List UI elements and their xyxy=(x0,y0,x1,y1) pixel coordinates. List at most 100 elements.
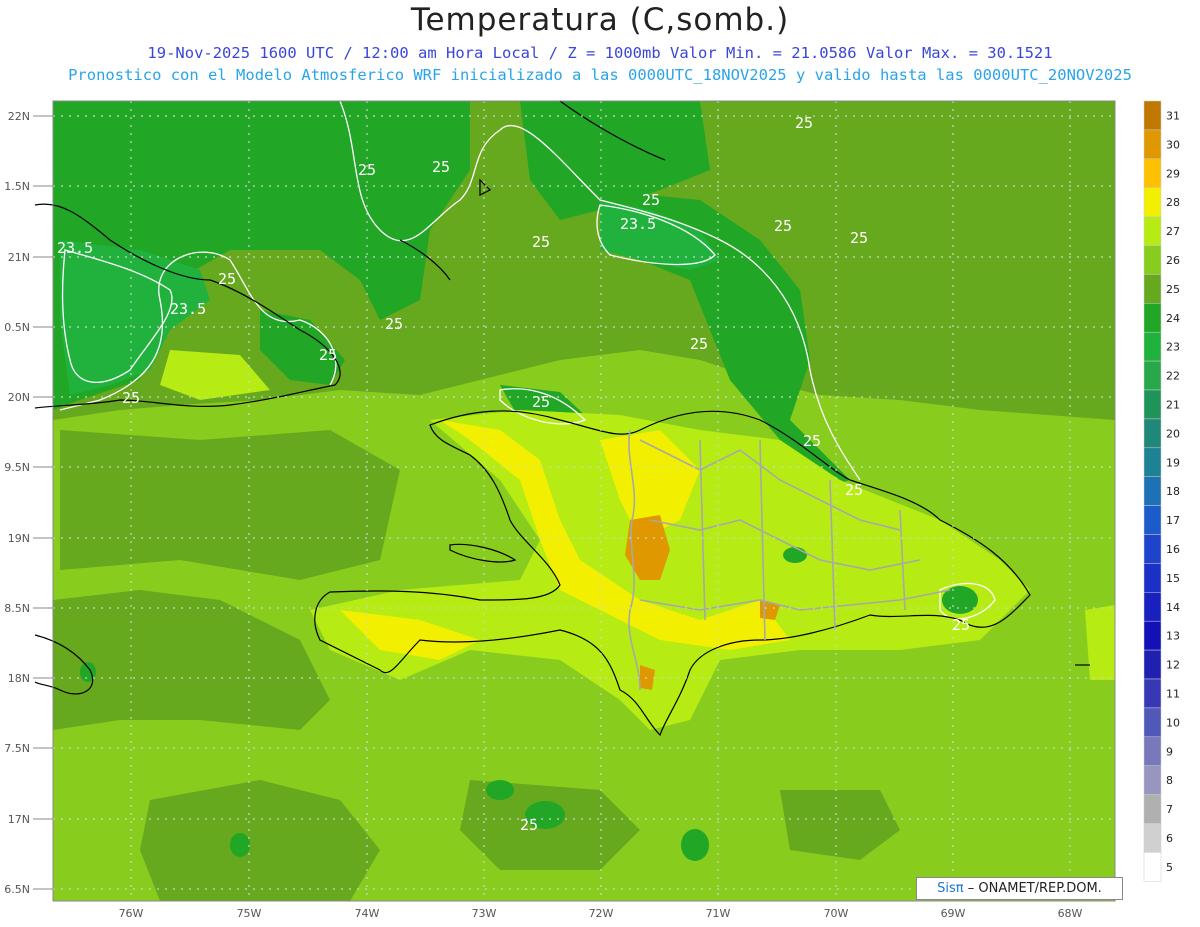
colorbar-swatch xyxy=(1143,563,1162,593)
colorbar-label: 16 xyxy=(1166,543,1180,556)
latitude-ticks xyxy=(33,115,53,890)
colorbar-swatch xyxy=(1143,765,1162,795)
lat-label: 9.5N xyxy=(4,461,30,474)
colorbar-label: 10 xyxy=(1166,716,1180,729)
contour-label: 25 xyxy=(432,158,450,176)
colorbar-label: 26 xyxy=(1166,254,1180,267)
lon-label: 68W xyxy=(1058,907,1083,920)
patch-24-5 xyxy=(681,829,709,861)
contour-label: 25 xyxy=(122,389,140,407)
colorbar-label: 18 xyxy=(1166,485,1180,498)
colorbar-label: 14 xyxy=(1166,601,1180,614)
colorbar-label: 28 xyxy=(1166,196,1180,209)
contour-label: 25 xyxy=(774,217,792,235)
contour-label: 25 xyxy=(850,229,868,247)
contour-label: 25 xyxy=(845,481,863,499)
colorbar-swatch xyxy=(1143,707,1162,738)
colorbar-swatch xyxy=(1143,476,1162,506)
colorbar-label: 27 xyxy=(1166,225,1180,238)
colorbar-swatch xyxy=(1143,274,1162,304)
contour-label: 25 xyxy=(218,270,236,288)
colorbar-swatch xyxy=(1143,505,1162,535)
contour-label: 25 xyxy=(803,432,821,450)
colorbar-label: 7 xyxy=(1166,803,1173,816)
colorbar-swatch xyxy=(1143,303,1162,333)
lon-label: 69W xyxy=(941,907,966,920)
colorbar-swatch xyxy=(1143,592,1162,622)
contour-label: 25 xyxy=(795,114,813,132)
band-25-mid xyxy=(60,430,400,580)
colorbar-swatch xyxy=(1143,129,1162,160)
lat-label: 7.5N xyxy=(4,742,30,755)
colorbar-label: 31 xyxy=(1166,109,1180,122)
lon-label: 73W xyxy=(472,907,497,920)
colorbar-swatch xyxy=(1143,649,1162,680)
lon-label: 72W xyxy=(589,907,614,920)
colorbar-label: 9 xyxy=(1166,745,1173,758)
patch-24-7 xyxy=(80,662,96,682)
patch-24-1 xyxy=(783,547,807,563)
patch-24-4 xyxy=(486,780,514,800)
lat-label: 19N xyxy=(8,532,30,545)
contour-label: 25 xyxy=(358,161,376,179)
lat-label: 22N xyxy=(8,110,30,123)
colorbar-swatch xyxy=(1143,678,1162,709)
lat-label: 18N xyxy=(8,672,30,685)
lat-label: 20N xyxy=(8,391,30,404)
credit-box: Sisπ – ONAMET/REP.DOM. xyxy=(916,877,1123,900)
band-27-east-edge xyxy=(1085,605,1115,680)
colorbar-label: 15 xyxy=(1166,572,1180,585)
colorbar-swatch xyxy=(1143,418,1162,449)
latitude-axis: 22N 1.5N 21N 0.5N 20N 9.5N 19N 8.5N 18N … xyxy=(4,110,30,896)
colorbar-swatch xyxy=(1143,620,1162,651)
colorbar-swatch xyxy=(1143,447,1162,477)
colorbar-label: 20 xyxy=(1166,427,1180,440)
colorbar-swatch xyxy=(1143,360,1162,391)
contour-label: 25 xyxy=(690,335,708,353)
colorbar-swatch xyxy=(1143,245,1162,275)
colorbar-label: 25 xyxy=(1166,283,1180,296)
colorbar-swatch xyxy=(1143,736,1162,766)
sispi-logo: Sisπ xyxy=(937,881,964,896)
longitude-axis: 76W 75W 74W 73W 72W 71W 70W 69W 68W xyxy=(119,907,1083,920)
colorbar-label: 11 xyxy=(1166,687,1180,700)
colorbar-swatch xyxy=(1143,852,1162,882)
colorbar-label: 29 xyxy=(1166,167,1180,180)
contour-label: 25 xyxy=(532,393,550,411)
colorbar-label: 22 xyxy=(1166,370,1180,383)
contour-label: 25 xyxy=(319,346,337,364)
colorbar-swatch xyxy=(1143,389,1162,420)
contour-label: 25 xyxy=(385,315,403,333)
colorbar-label: 19 xyxy=(1166,456,1180,469)
lon-label: 76W xyxy=(119,907,144,920)
colorbar-swatch xyxy=(1143,331,1162,362)
colorbar-label: 21 xyxy=(1166,398,1180,411)
colorbar-label: 24 xyxy=(1166,312,1180,325)
colorbar-label: 6 xyxy=(1166,832,1173,845)
colorbar-label: 13 xyxy=(1166,630,1180,643)
colorbar-swatch xyxy=(1143,187,1162,217)
colorbar-label: 17 xyxy=(1166,514,1180,527)
colorbar-label: 30 xyxy=(1166,138,1180,151)
credit-text: – ONAMET/REP.DOM. xyxy=(967,881,1102,896)
colorbar-label: 23 xyxy=(1166,341,1180,354)
lat-label: 1.5N xyxy=(4,180,30,193)
contour-label: 25 xyxy=(532,233,550,251)
lon-label: 74W xyxy=(355,907,380,920)
lat-label: 17N xyxy=(8,813,30,826)
lon-label: 71W xyxy=(706,907,731,920)
colorbar-swatch xyxy=(1143,534,1162,564)
colorbar: 31 30 29 28 27 26 25 24 23 22 21 20 19 18 17 16 15 14 13 12… xyxy=(1143,100,1180,882)
colorbar-swatch xyxy=(1143,158,1162,188)
colorbar-swatch xyxy=(1143,794,1162,824)
contour-label: 25 xyxy=(952,616,970,634)
contour-label: 23.5 xyxy=(170,300,206,318)
colorbar-swatch xyxy=(1143,100,1162,131)
lat-label: 6.5N xyxy=(4,883,30,896)
contour-label: 23.5 xyxy=(620,215,656,233)
contour-label: 25 xyxy=(642,191,660,209)
lon-label: 70W xyxy=(824,907,849,920)
contour-label: 23.5 xyxy=(57,239,93,257)
temperature-map: 25 25 25 23.5 23.5 25 25 25 25 25 25 25 … xyxy=(4,100,1180,920)
lon-label: 75W xyxy=(237,907,262,920)
